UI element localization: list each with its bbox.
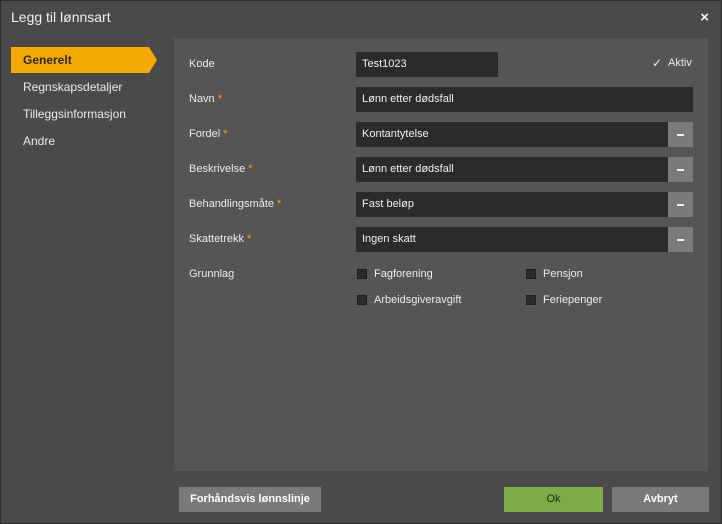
chevron-down-icon[interactable] [668, 157, 693, 182]
chevron-down-icon[interactable] [668, 122, 693, 147]
beskrivelse-label: Beskrivelse * [189, 163, 253, 175]
feriepenger-label: Feriepenger [543, 294, 603, 306]
sidebar-item-regnskapsdetaljer[interactable]: Regnskapsdetaljer [11, 74, 149, 100]
navn-input[interactable]: Lønn etter dødsfall [356, 87, 693, 112]
sidebar-item-andre[interactable]: Andre [11, 128, 149, 154]
fordel-select[interactable]: Kontantytelse [356, 122, 693, 147]
dialog: Legg til lønnsart × Generelt Regnskapsde… [0, 0, 722, 524]
sidebar: Generelt Regnskapsdetaljer Tilleggsinfor… [1, 35, 173, 485]
grunnlag-label: Grunnlag [189, 268, 235, 280]
dialog-title: Legg til lønnsart [11, 9, 111, 25]
navn-label: Navn * [189, 93, 222, 105]
sidebar-item-generelt[interactable]: Generelt [11, 47, 157, 73]
beskrivelse-select[interactable]: Lønn etter dødsfall [356, 157, 693, 182]
feriepenger-checkbox[interactable] [526, 295, 536, 305]
ok-button[interactable]: Ok [504, 487, 603, 512]
chevron-down-icon[interactable] [668, 192, 693, 217]
fordel-label: Fordel * [189, 128, 228, 140]
skattetrekk-select[interactable]: Ingen skatt [356, 227, 693, 252]
chevron-down-icon[interactable] [668, 227, 693, 252]
skattetrekk-label: Skattetrekk * [189, 233, 252, 245]
cancel-button[interactable]: Avbryt [612, 487, 709, 512]
aktiv-checkbox[interactable]: ✓ [652, 56, 662, 70]
fagforening-label: Fagforening [374, 268, 433, 280]
aktiv-label: Aktiv [668, 57, 692, 69]
sidebar-item-tilleggsinformasjon[interactable]: Tilleggsinformasjon [11, 101, 149, 127]
behandlingsmate-select[interactable]: Fast beløp [356, 192, 693, 217]
pensjon-checkbox[interactable] [526, 269, 536, 279]
fagforening-checkbox[interactable] [357, 269, 367, 279]
pensjon-label: Pensjon [543, 268, 583, 280]
dialog-titlebar: Legg til lønnsart × [1, 1, 721, 35]
behandlingsmate-label: Behandlingsmåte * [189, 198, 282, 210]
arbeidsgiveravgift-label: Arbeidsgiveravgift [374, 294, 462, 306]
arbeidsgiveravgift-checkbox[interactable] [357, 295, 367, 305]
kode-label: Kode [189, 58, 215, 70]
close-icon[interactable]: × [700, 9, 709, 26]
kode-input[interactable]: Test1023 [356, 52, 498, 77]
preview-payline-button[interactable]: Forhåndsvis lønnslinje [179, 487, 321, 512]
